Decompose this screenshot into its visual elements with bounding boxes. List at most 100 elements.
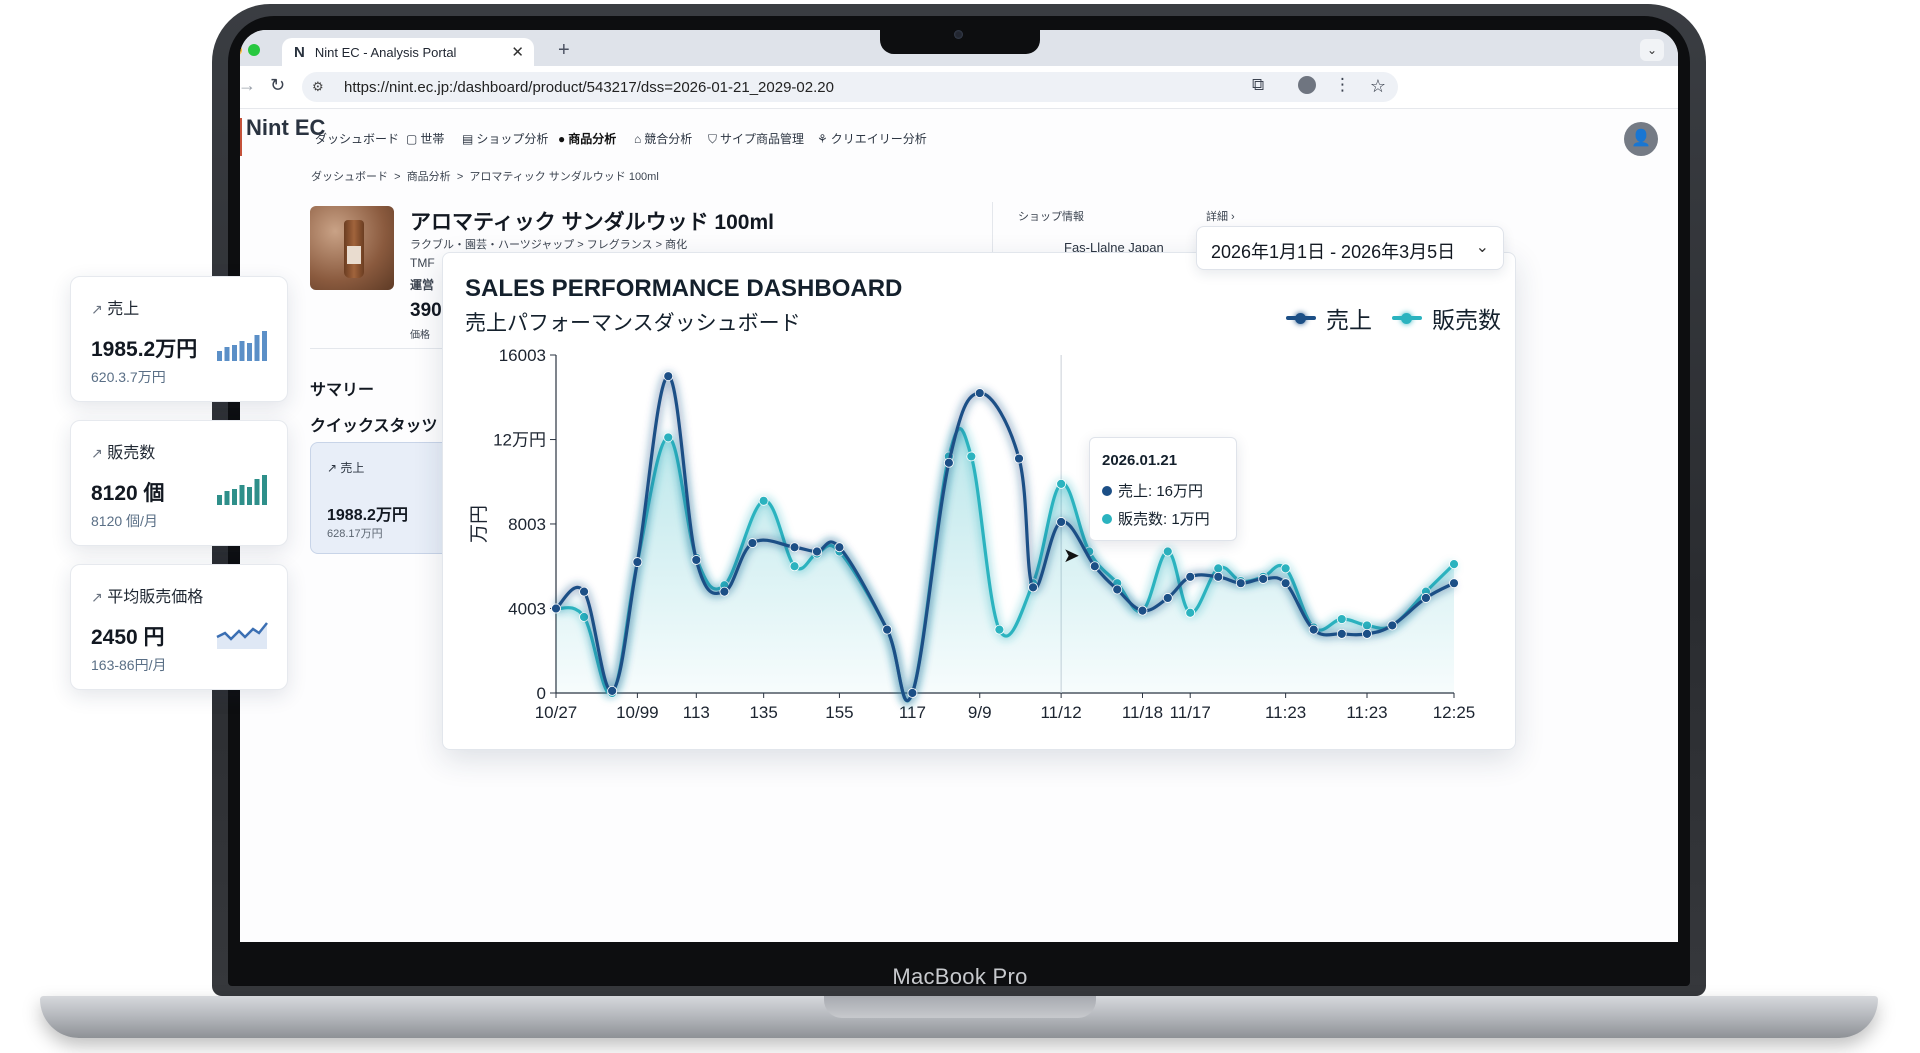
chart-tooltip: 2026.01.21 売上: 16万円 販売数: 1万円 bbox=[1089, 437, 1237, 541]
product-image bbox=[310, 206, 394, 290]
x-tick-label: 10/99 bbox=[616, 703, 659, 722]
data-point-sales[interactable] bbox=[812, 546, 822, 557]
chart-subtitle: 売上パフォーマンスダッシュボード bbox=[465, 312, 801, 335]
data-point-sales[interactable] bbox=[551, 603, 561, 614]
nav-label: サイプ商品管理 bbox=[720, 132, 805, 146]
kpi-card-1[interactable]: ↗ 販売数 8120 個 8120 個/月 bbox=[70, 420, 288, 546]
chart-legend: 売上 販売数 bbox=[1286, 301, 1501, 335]
data-point-sales[interactable] bbox=[1162, 593, 1173, 603]
date-range-picker[interactable]: 2026年1月1日 - 2026年3月5日 ⌄ bbox=[1196, 226, 1504, 270]
data-point-units[interactable] bbox=[1185, 607, 1196, 618]
nav-icon: ⛉ bbox=[708, 132, 718, 146]
nav-item-2[interactable]: ▤ ショップ分析 bbox=[462, 130, 548, 147]
user-avatar[interactable]: 👤 bbox=[1624, 122, 1658, 156]
data-point-units[interactable] bbox=[994, 624, 1005, 635]
data-point-sales[interactable] bbox=[1336, 628, 1347, 639]
legend-item-units[interactable]: 販売数 bbox=[1392, 301, 1501, 335]
nav-item-5[interactable]: ⛉ サイプ商品管理 bbox=[708, 130, 804, 147]
nav-item-4[interactable]: ⌂ 競合分析 bbox=[634, 130, 692, 147]
kpi-sub: 620.3.7万円 bbox=[91, 369, 166, 385]
minimize-window-button[interactable] bbox=[240, 44, 242, 56]
data-point-sales[interactable] bbox=[1089, 561, 1100, 572]
close-tab-icon[interactable]: ✕ bbox=[511, 43, 524, 61]
data-point-sales[interactable] bbox=[1449, 578, 1459, 589]
data-point-units[interactable] bbox=[789, 561, 800, 572]
data-point-units[interactable] bbox=[966, 451, 977, 462]
kpi-card-2[interactable]: ↗ 平均販売価格 2450 円 163-86円/月 bbox=[70, 564, 288, 690]
menu-dots-icon[interactable]: ⋮ bbox=[1334, 75, 1351, 95]
profile-icon[interactable] bbox=[1298, 76, 1316, 94]
data-point-units[interactable] bbox=[1336, 614, 1347, 624]
browser-tab[interactable]: N Nint EC - Analysis Portal ✕ bbox=[282, 38, 534, 66]
data-point-sales[interactable] bbox=[663, 371, 674, 382]
data-point-sales[interactable] bbox=[691, 555, 702, 565]
data-point-sales[interactable] bbox=[1421, 593, 1431, 603]
data-point-sales[interactable] bbox=[1387, 620, 1398, 631]
nav-item-3[interactable]: ● 商品分析 bbox=[558, 130, 616, 147]
x-tick-label: 11:23 bbox=[1265, 703, 1306, 722]
data-point-sales[interactable] bbox=[1056, 517, 1067, 527]
data-point-units[interactable] bbox=[1362, 620, 1372, 631]
data-point-sales[interactable] bbox=[834, 542, 845, 553]
nav-item-1[interactable]: ▢ 世帯 bbox=[406, 130, 444, 147]
y-tick-label: 4003 bbox=[508, 599, 546, 618]
data-point-units[interactable] bbox=[1449, 559, 1459, 570]
tooltip-sales-value: 売上: 16万円 bbox=[1118, 483, 1204, 500]
tab-search-button[interactable]: ⌄ bbox=[1640, 39, 1664, 61]
data-point-sales[interactable] bbox=[1308, 624, 1319, 635]
kpi-value: 8120 個 bbox=[91, 482, 165, 505]
data-point-sales[interactable] bbox=[607, 685, 618, 696]
breadcrumb-item-product-analysis[interactable]: 商品分析 bbox=[407, 171, 451, 183]
maximize-window-button[interactable] bbox=[248, 44, 260, 56]
data-point-sales[interactable] bbox=[747, 538, 758, 548]
data-point-sales[interactable] bbox=[1185, 571, 1196, 582]
extensions-icon[interactable]: ⧉ bbox=[1252, 75, 1264, 95]
data-point-sales[interactable] bbox=[719, 586, 730, 597]
nav-icon: ⌂ bbox=[634, 132, 642, 146]
breadcrumb-item-current: アロマティック サンダルウッド 100ml bbox=[469, 171, 659, 183]
site-info-icon[interactable]: ⚙ bbox=[312, 79, 324, 95]
y-tick-label: 8003 bbox=[508, 515, 546, 534]
data-point-sales[interactable] bbox=[1235, 578, 1246, 589]
data-point-sales[interactable] bbox=[1213, 571, 1224, 582]
data-point-sales[interactable] bbox=[1258, 574, 1269, 584]
data-point-sales[interactable] bbox=[1014, 453, 1024, 464]
data-point-sales[interactable] bbox=[943, 457, 954, 468]
data-point-sales[interactable] bbox=[1280, 578, 1291, 589]
data-point-sales[interactable] bbox=[632, 557, 643, 567]
data-point-sales[interactable] bbox=[1028, 582, 1038, 593]
address-bar[interactable]: ⚙ https://nint.ec.jp:/dashboard/product/… bbox=[302, 72, 1398, 102]
forward-arrow-icon[interactable]: → bbox=[240, 75, 256, 96]
legend-item-sales[interactable]: 売上 bbox=[1286, 301, 1372, 335]
data-point-sales[interactable] bbox=[579, 586, 589, 597]
new-tab-button[interactable]: + bbox=[558, 39, 570, 62]
data-point-units[interactable] bbox=[1162, 546, 1173, 557]
data-point-sales[interactable] bbox=[974, 388, 985, 398]
nav-item-6[interactable]: ⚘ クリエイリー分析 bbox=[817, 130, 927, 147]
data-point-units[interactable] bbox=[758, 495, 769, 506]
bookmark-star-icon[interactable]: ☆ bbox=[1370, 76, 1386, 97]
nav-label: 世帯 bbox=[420, 132, 445, 146]
breadcrumb-item-dashboard[interactable]: ダッシュボード bbox=[311, 171, 388, 183]
data-point-sales[interactable] bbox=[907, 688, 918, 698]
quick-card-label: ↗ 売上 bbox=[327, 461, 365, 475]
data-point-sales[interactable] bbox=[1112, 584, 1123, 595]
data-point-units[interactable] bbox=[1056, 479, 1067, 489]
data-point-sales[interactable] bbox=[882, 624, 893, 635]
data-point-units[interactable] bbox=[1213, 563, 1224, 574]
y-axis-label: 万円 bbox=[469, 505, 490, 543]
data-point-units[interactable] bbox=[663, 432, 674, 443]
product-title: アロマティック サンダルウッド 100ml bbox=[410, 211, 774, 234]
data-point-sales[interactable] bbox=[1362, 628, 1372, 639]
reload-icon[interactable]: ↻ bbox=[270, 75, 285, 96]
kpi-card-0[interactable]: ↗ 売上 1985.2万円 620.3.7万円 bbox=[70, 276, 288, 402]
shop-info-detail-link[interactable]: 詳細 › bbox=[1206, 208, 1235, 224]
quick-card-value: 1988.2万円 bbox=[327, 507, 408, 524]
data-point-sales[interactable] bbox=[789, 542, 800, 553]
data-point-sales[interactable] bbox=[1137, 605, 1148, 616]
nav-item-0[interactable]: ダッシュボード bbox=[315, 130, 399, 147]
nav-icon: ▢ bbox=[406, 132, 418, 146]
chart-panel: 0 4003 8003 12万円 16003 万円 10/27 10/99 113 135 155 1… bbox=[442, 252, 1516, 750]
data-point-units[interactable] bbox=[1280, 563, 1291, 574]
x-tick-label: 155 bbox=[825, 703, 853, 722]
